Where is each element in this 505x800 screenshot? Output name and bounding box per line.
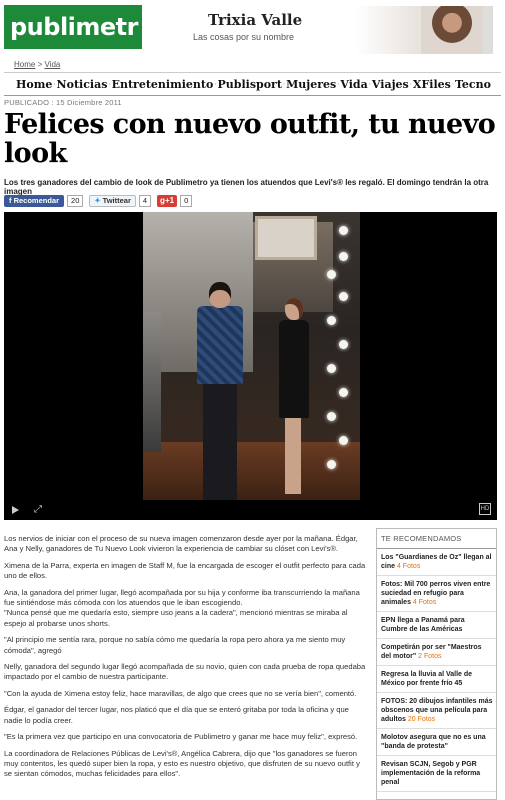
background-person [143,312,161,452]
published-date: PUBLICADO : 15 Diciembre 2011 [4,98,122,107]
social-share-bar: f Recomendar 20 ✦ Twittear 4 g+1 0 [4,195,195,207]
mirror-bulb [327,364,336,373]
mirror-bulb [327,412,336,421]
gplus-button[interactable]: g+1 [157,195,178,207]
gplus-label: +1 [164,196,175,205]
tweet-count: 4 [138,195,152,207]
breadcrumb-home[interactable]: Home [14,60,35,69]
logo-text: publimetr [10,13,139,41]
man-head [209,282,231,308]
article-paragraph: "Es la primera vez que participo en una … [4,732,358,742]
recommended-sidebar: TE RECOMENDAMOS Los "Guardianes de Oz" l… [376,528,497,800]
article-title: Felices con nuevo outfit, tu nuevo look [4,109,496,169]
sidebar-item[interactable]: EPN llega a Panamá para Cumbre de las Am… [377,612,496,639]
divider [4,72,501,73]
man-shirt [197,306,243,384]
sidebar-item[interactable]: FOTOS: 20 dibujos infantiles más obsceno… [377,693,496,729]
article-paragraph: Édgar, el ganador del tercer lugar, nos … [4,705,349,725]
wall-picture [255,216,317,260]
article-paragraph: Los nervios de iniciar con el proceso de… [4,534,358,554]
sidebar-item-title: Regresa la lluvia al Valle de México por… [381,671,473,687]
nav-noticias[interactable]: Noticias [57,78,108,91]
photo-count: 4 Fotos [412,599,437,606]
site-header: publimetr Trixia Valle Las cosas por su … [0,0,505,81]
store-floor [143,442,360,500]
play-icon[interactable] [12,506,19,514]
nav-vida[interactable]: Vida [340,78,367,91]
hd-toggle-icon[interactable]: HD [479,503,491,515]
article-paragraph: Ximena de la Parra, experta en imagen de… [4,560,366,581]
video-frame-photo [143,212,360,500]
breadcrumb-separator: > [37,60,43,69]
sidebar-item[interactable]: Revisan SCJN, Segob y PGR implementación… [377,756,496,792]
article-paragraph: "Al principio me sentía rara, porque no … [4,635,346,655]
article-paragraph: "Con la ayuda de Ximena estoy feliz, hac… [4,688,357,698]
sidebar-item[interactable]: Regresa la lluvia al Valle de México por… [377,666,496,693]
sidebar-heading: TE RECOMENDAMOS [377,529,496,549]
mirror-bulb [327,316,336,325]
mirror-bulb [339,226,348,235]
mirror-bulb [327,270,336,279]
nav-xfiles[interactable]: XFiles [413,78,451,91]
twitter-icon: ✦ [94,196,101,205]
man-legs [203,382,237,500]
article-subtitle: Los tres ganadores del cambio de look de… [4,178,489,196]
facebook-recommend-button[interactable]: f Recomendar [4,195,65,207]
sidebar-item[interactable]: Los "Guardianes de Oz" llegan al cine 4 … [377,549,496,576]
mirror-bulb [339,436,348,445]
photo-count: 4 Fotos [396,563,421,570]
facebook-count: 20 [67,195,84,207]
man-figure [197,282,245,500]
mirror-bulb [339,252,348,261]
promo-name: Trixia Valle [208,11,303,29]
tweet-button[interactable]: ✦ Twittear [89,195,136,207]
video-player[interactable]: ⤢ HD [4,212,497,520]
gplus-count: 0 [180,195,193,207]
nav-home[interactable]: Home [16,78,52,91]
nav-entretenimiento[interactable]: Entretenimiento [112,78,214,91]
mirror-bulb [339,388,348,397]
breadcrumb-vida[interactable]: Vida [44,60,60,69]
photo-count: 2 Fotos [418,653,442,660]
nav-tecno[interactable]: Tecno [455,78,491,91]
mirror-bulb [327,460,336,469]
article-paragraph: Ana, la ganadora del primer lugar, llegó… [4,587,360,628]
sidebar-item-title: Molotov asegura que no es una "banda de … [381,734,486,750]
sidebar-item-title: Revisan SCJN, Segob y PGR implementación… [381,761,481,786]
woman-head [285,298,303,320]
nav-viajes[interactable]: Viajes [372,78,409,91]
tweet-label: Twittear [102,196,131,205]
video-controls: ⤢ HD [4,500,497,520]
mirror-bulb [339,292,348,301]
divider [4,95,501,96]
columnist-promo[interactable]: Trixia Valle Las cosas por su nombre [188,6,493,54]
article-paragraph: Nelly, ganadora del segundo lugar llegó … [4,662,366,682]
sidebar-item[interactable]: Fotos: Mil 700 perros viven entre sucied… [377,576,496,612]
woman-dress [279,320,309,418]
article-paragraph: La coordinadora de Relaciones Públicas d… [4,748,360,779]
photo-count: 20 Fotos [407,716,436,723]
nav-publisport[interactable]: Publisport [218,78,282,91]
sidebar-item[interactable]: Molotov asegura que no es una "banda de … [377,729,496,756]
sidebar-item-title: EPN llega a Panamá para Cumbre de las Am… [381,617,465,633]
publimetro-logo[interactable]: publimetr [4,5,142,81]
woman-figure [273,298,315,498]
nav-mujeres[interactable]: Mujeres [286,78,336,91]
sidebar-item-title: FOTOS: 20 dibujos infantiles más obsceno… [381,698,493,723]
mirror-bulb [339,340,348,349]
main-nav: Home · Noticias · Entretenimiento · Publ… [4,74,501,94]
sidebar-item[interactable]: Competirán por ser "Maestros del motor" … [377,639,496,666]
breadcrumb: Home > Vida [14,60,60,69]
promo-subtitle: Las cosas por su nombre [193,32,295,42]
facebook-label: Recomendar [13,196,60,205]
columnist-photo [421,6,483,54]
article-body: Los nervios de iniciar con el proceso de… [4,534,368,786]
expand-icon[interactable]: ⤢ [34,504,42,515]
woman-legs [285,416,301,494]
